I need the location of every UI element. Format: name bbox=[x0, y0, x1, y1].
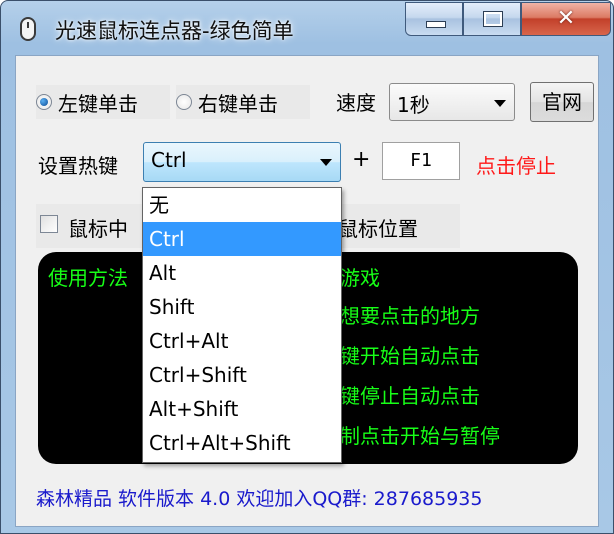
dropdown-option-ctrl-alt-shift[interactable]: Ctrl+Alt+Shift bbox=[143, 426, 341, 460]
click-status: 点击停止 bbox=[476, 154, 556, 178]
speed-select[interactable]: 1秒 bbox=[389, 83, 515, 121]
right-click-radio[interactable]: 右键单击 bbox=[176, 85, 310, 119]
instruction-line: 使用方法 bbox=[48, 266, 128, 290]
checkbox-box bbox=[40, 215, 58, 233]
dropdown-option-shift[interactable]: Shift bbox=[143, 290, 341, 324]
official-site-button[interactable]: 官网 bbox=[530, 82, 594, 122]
dropdown-option-none[interactable]: 无 bbox=[143, 188, 341, 222]
chevron-down-icon bbox=[494, 100, 506, 107]
right-click-label: 右键单击 bbox=[198, 91, 278, 116]
app-window: 光速鼠标连点器-绿色简单 ✕ 左键单击 右键单击 速度 1秒 官网 设置热键 C… bbox=[0, 0, 614, 534]
maximize-icon bbox=[483, 11, 503, 27]
maximize-button[interactable] bbox=[463, 2, 521, 36]
mouse-icon bbox=[20, 17, 36, 41]
plus-sign: + bbox=[352, 147, 371, 172]
minimize-button[interactable] bbox=[405, 2, 463, 36]
left-click-label: 左键单击 bbox=[58, 91, 138, 116]
dropdown-option-alt-shift[interactable]: Alt+Shift bbox=[143, 392, 341, 426]
left-click-radio[interactable]: 左键单击 bbox=[36, 85, 170, 119]
dropdown-option-ctrl-shift[interactable]: Ctrl+Shift bbox=[143, 358, 341, 392]
title-bar[interactable]: 光速鼠标连点器-绿色简单 ✕ bbox=[1, 1, 613, 55]
speed-value: 1秒 bbox=[397, 93, 430, 117]
instruction-line: 键开始自动点击 bbox=[340, 344, 480, 368]
hotkey-modifier-select[interactable]: Ctrl bbox=[143, 142, 341, 182]
speed-label: 速度 bbox=[336, 91, 376, 115]
radio-unselected-icon bbox=[176, 94, 192, 110]
checkbox-label-suffix: 鼠标位置 bbox=[338, 217, 418, 241]
hotkey-label: 设置热键 bbox=[38, 154, 118, 178]
instruction-line: 想要点击的地方 bbox=[340, 304, 480, 328]
hotkey-key-field[interactable]: F1 bbox=[382, 142, 460, 180]
dropdown-option-ctrl-alt[interactable]: Ctrl+Alt bbox=[143, 324, 341, 358]
radio-selected-icon bbox=[36, 94, 52, 110]
chevron-down-icon bbox=[320, 159, 332, 166]
instruction-line: 键停止自动点击 bbox=[340, 384, 480, 408]
dropdown-option-alt[interactable]: Alt bbox=[143, 256, 341, 290]
hotkey-modifier-dropdown: 无 Ctrl Alt Shift Ctrl+Alt Ctrl+Shift Alt… bbox=[142, 187, 342, 463]
close-icon: ✕ bbox=[556, 6, 576, 31]
instruction-line: 制点击开始与暂停 bbox=[340, 424, 500, 448]
window-title: 光速鼠标连点器-绿色简单 bbox=[55, 19, 294, 43]
close-button[interactable]: ✕ bbox=[521, 2, 611, 36]
checkbox-label: 鼠标中 bbox=[68, 217, 128, 241]
version-footer: 森林精品 软件版本 4.0 欢迎加入QQ群: 287685935 bbox=[36, 488, 483, 510]
caption-buttons: ✕ bbox=[405, 2, 611, 36]
minimize-icon bbox=[426, 21, 446, 28]
dropdown-option-ctrl[interactable]: Ctrl bbox=[143, 222, 341, 256]
instruction-line: 游戏 bbox=[340, 266, 380, 290]
hotkey-modifier-value: Ctrl bbox=[151, 148, 187, 172]
